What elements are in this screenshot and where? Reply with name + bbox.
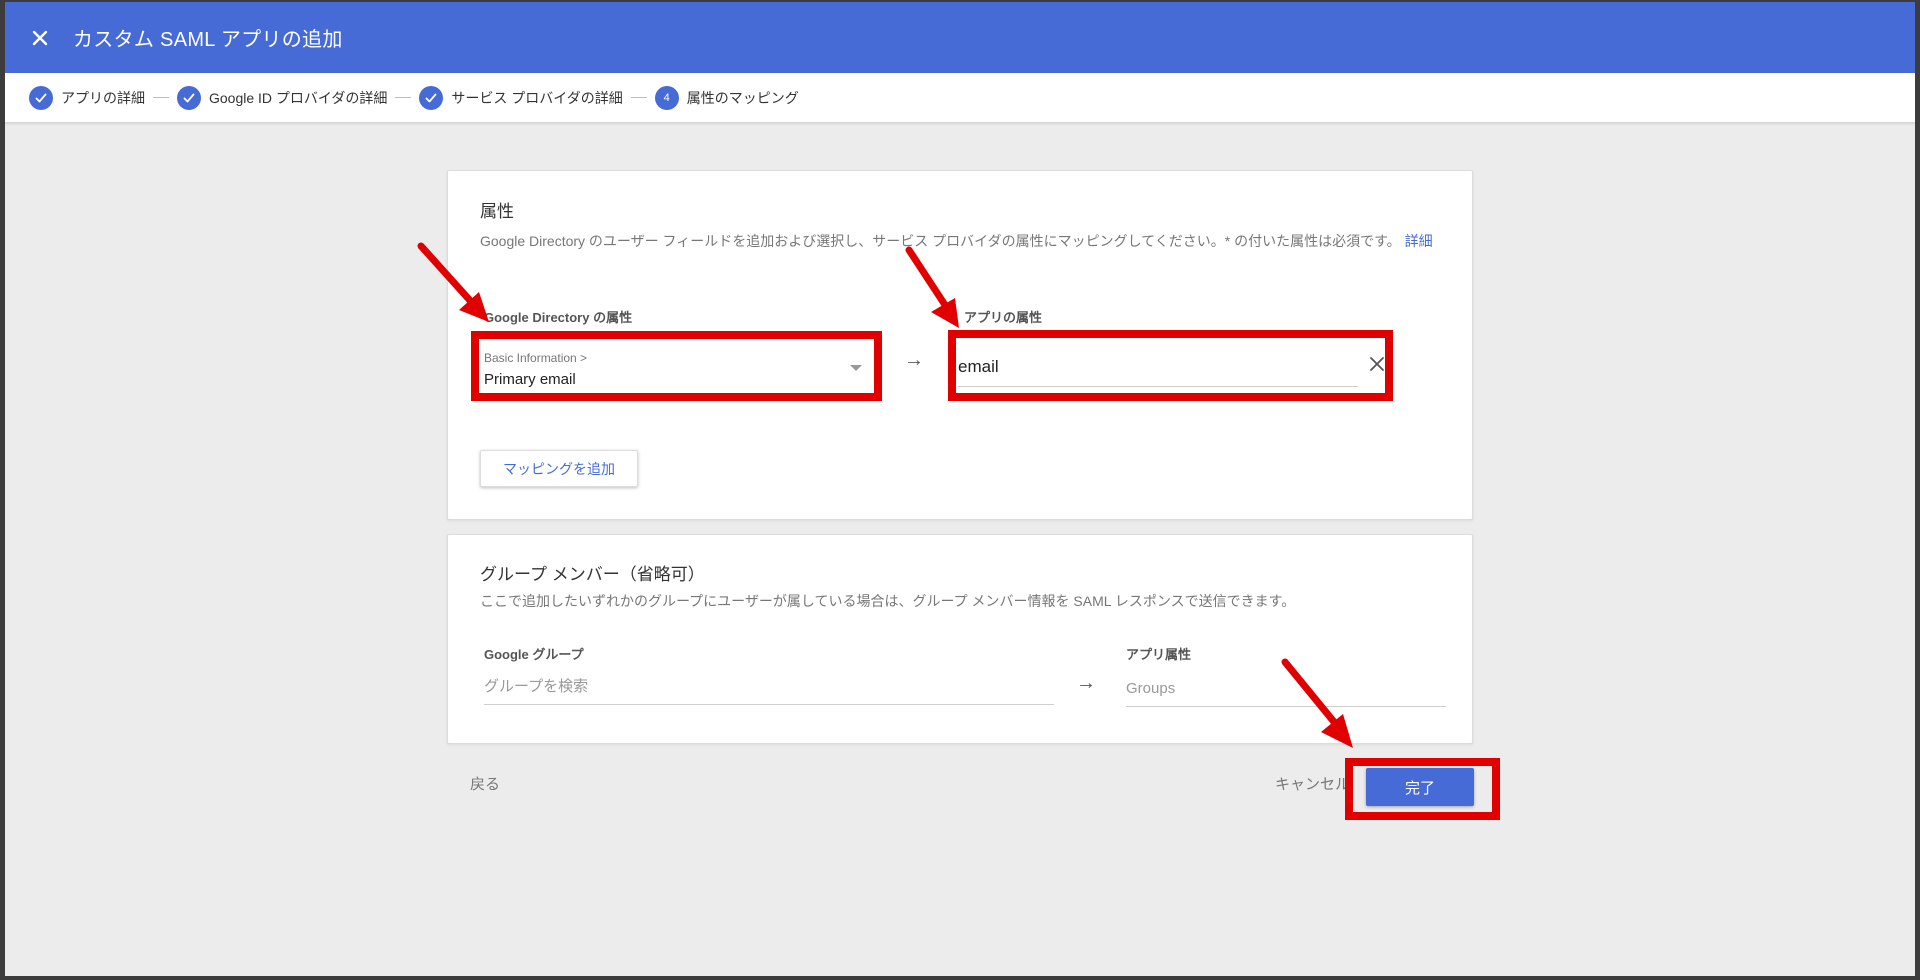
dropdown-caret-icon	[850, 365, 862, 371]
step-sp-details[interactable]: サービス プロバイダの詳細	[419, 85, 623, 110]
done-button[interactable]: 完了	[1366, 768, 1474, 806]
google-group-label: Google グループ	[484, 647, 584, 662]
attributes-title: 属性	[480, 202, 514, 221]
select-value: Primary email	[484, 371, 576, 388]
check-icon	[177, 85, 201, 110]
group-app-attribute-input[interactable]	[1126, 671, 1446, 707]
check-icon	[29, 85, 53, 110]
app-window: カスタム SAML アプリの追加 アプリの詳細 Google ID プロバイダの…	[5, 2, 1915, 976]
step-divider	[153, 97, 169, 98]
group-search-input[interactable]	[484, 669, 1054, 705]
group-arrow-icon: →	[1076, 672, 1096, 694]
step-label: Google ID プロバイダの詳細	[209, 89, 388, 106]
step-idp-details[interactable]: Google ID プロバイダの詳細	[177, 85, 388, 110]
step-label: アプリの詳細	[61, 89, 145, 106]
directory-attribute-label: Google Directory の属性	[484, 310, 633, 325]
attributes-card: 属性 Google Directory のユーザー フィールドを追加および選択し…	[447, 170, 1473, 520]
top-bar: カスタム SAML アプリの追加	[5, 2, 1915, 73]
mapping-arrow-icon: →	[904, 349, 924, 371]
cancel-button[interactable]: キャンセル	[1275, 773, 1350, 794]
directory-attribute-select[interactable]: Basic Information > Primary email	[476, 341, 876, 395]
select-category: Basic Information >	[484, 351, 588, 365]
step-label: サービス プロバイダの詳細	[451, 89, 623, 106]
back-button[interactable]: 戻る	[470, 773, 500, 794]
group-members-card: グループ メンバー（省略可） ここで追加したいずれかのグループにユーザーが属して…	[447, 534, 1473, 744]
step-app-details[interactable]: アプリの詳細	[29, 85, 145, 110]
close-icon[interactable]	[28, 26, 52, 50]
check-icon	[419, 85, 444, 110]
step-number: 4	[654, 85, 679, 110]
step-divider	[630, 97, 647, 98]
step-label: 属性のマッピング	[686, 89, 799, 106]
learn-more-link[interactable]: 詳細	[1405, 233, 1433, 249]
step-attribute-mapping[interactable]: 4 属性のマッピング	[654, 85, 799, 110]
page-title: カスタム SAML アプリの追加	[73, 29, 343, 51]
app-attribute-input[interactable]	[958, 347, 1358, 387]
app-attr-label: アプリ属性	[1126, 647, 1192, 662]
add-mapping-button[interactable]: マッピングを追加	[480, 450, 638, 487]
step-divider	[395, 97, 412, 98]
stepper: アプリの詳細 Google ID プロバイダの詳細 サービス プロバイダの詳細 …	[5, 73, 1915, 123]
app-attribute-label: アプリの属性	[964, 310, 1043, 325]
group-members-description: ここで追加したいずれかのグループにユーザーが属している場合は、グループ メンバー…	[480, 593, 1296, 609]
attributes-description: Google Directory のユーザー フィールドを追加および選択し、サー…	[480, 233, 1433, 249]
group-members-title: グループ メンバー（省略可）	[480, 565, 705, 584]
clear-icon[interactable]	[1366, 353, 1388, 375]
